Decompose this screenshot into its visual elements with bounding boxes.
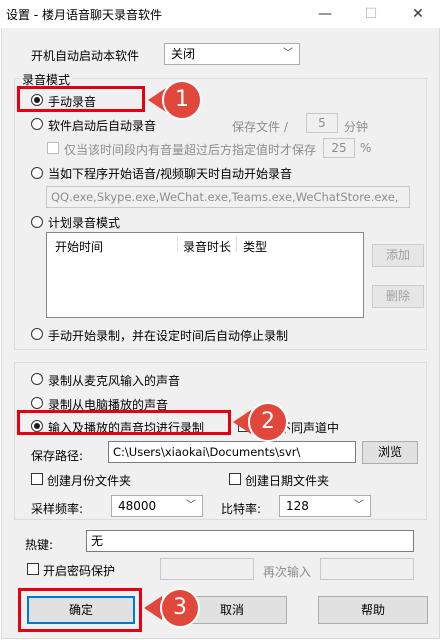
date-folder-label: 创建日期文件夹	[245, 474, 330, 488]
save-minutes-input[interactable]: 5	[306, 113, 338, 133]
speaker-radio[interactable]	[31, 397, 43, 409]
minutes-unit: 分钟	[344, 120, 369, 134]
save-path-label: 保存路径:	[31, 449, 84, 463]
schedule-col-duration[interactable]: 录音时长	[183, 238, 231, 255]
sample-rate-value: 48000	[118, 499, 157, 513]
bitrate-value: 128	[286, 499, 309, 513]
save-path-input[interactable]: C:\Users\xiaokai\Documents\svr\	[108, 441, 356, 463]
window-title: 设置 - 楼月语音聊天录音软件	[6, 8, 162, 22]
annotation-box-2	[17, 410, 231, 435]
column-divider	[236, 236, 237, 252]
schedule-col-start[interactable]: 开始时间	[55, 238, 103, 255]
sample-rate-select[interactable]: 48000 ﹀	[111, 495, 203, 517]
program-list-input[interactable]: QQ.exe,Skype.exe,WeChat.exe,Teams.exe,We…	[46, 186, 410, 208]
autostart-select-value: 关闭	[171, 47, 196, 61]
password-label: 开启密码保护	[43, 564, 116, 578]
auto-record-label: 软件启动后自动录音	[48, 119, 157, 133]
scheduled-label: 计划录音模式	[48, 216, 121, 230]
chevron-down-icon: ﹀	[354, 500, 364, 511]
bitrate-select[interactable]: 128 ﹀	[279, 495, 371, 517]
close-icon[interactable]: ✕	[395, 0, 441, 28]
autostart-select[interactable]: 关闭 ﹀	[164, 43, 300, 65]
date-folder-checkbox[interactable]	[229, 473, 241, 485]
maximize-icon: ☐	[364, 6, 378, 22]
monthly-folder-checkbox[interactable]	[31, 473, 43, 485]
annotation-box-3	[18, 588, 142, 632]
scheduled-radio[interactable]	[31, 216, 43, 228]
password-repeat-input[interactable]	[320, 558, 414, 580]
password-repeat-label: 再次输入	[263, 565, 312, 579]
volume-threshold-input[interactable]: 25	[323, 138, 355, 158]
chevron-down-icon: ﹀	[186, 500, 196, 511]
help-button[interactable]: 帮助	[318, 596, 428, 624]
add-schedule-button[interactable]: 添加	[372, 244, 424, 267]
auto-record-radio[interactable]	[31, 118, 43, 130]
browse-button[interactable]: 浏览	[362, 441, 418, 464]
delete-schedule-button[interactable]: 删除	[372, 285, 424, 308]
save-file-label: 保存文件 /	[232, 120, 288, 134]
manual-start-auto-stop-radio[interactable]	[31, 328, 43, 340]
password-input[interactable]	[160, 558, 254, 580]
mic-radio[interactable]	[31, 373, 43, 385]
volume-only-checkbox[interactable]	[47, 142, 59, 154]
program-trigger-label: 当如下程序开始语音/视频聊天时自动开始录音	[48, 167, 293, 181]
hotkey-input[interactable]: 无	[86, 530, 414, 552]
mic-label: 录制从麦克风输入的声音	[48, 374, 181, 388]
annotation-badge-2: 2	[248, 402, 288, 442]
schedule-col-type[interactable]: 类型	[243, 238, 267, 255]
password-checkbox[interactable]	[27, 563, 39, 575]
annotation-badge-3: 3	[160, 588, 200, 628]
sample-rate-label: 采样频率:	[31, 502, 84, 516]
autostart-label: 开机自动启动本软件	[31, 49, 140, 63]
volume-only-label: 仅当该时间段内有音量超过后方指定值时才保存	[64, 143, 317, 157]
chevron-down-icon: ﹀	[283, 48, 293, 59]
column-divider	[177, 236, 178, 252]
title-bar[interactable]: 设置 - 楼月语音聊天录音软件 — ☐ ✕	[0, 0, 441, 28]
program-trigger-radio[interactable]	[31, 167, 43, 179]
monthly-folder-label: 创建月份文件夹	[47, 474, 132, 488]
percent-unit: %	[360, 141, 372, 155]
annotation-badge-1: 1	[162, 80, 202, 120]
bitrate-label: 比特率:	[221, 502, 262, 516]
annotation-box-1	[17, 86, 145, 112]
hotkey-label: 热键:	[25, 538, 54, 552]
manual-start-auto-stop-label: 手动开始录制，并在设定时间后自动停止录制	[48, 329, 289, 343]
minimize-icon[interactable]: —	[302, 0, 348, 28]
